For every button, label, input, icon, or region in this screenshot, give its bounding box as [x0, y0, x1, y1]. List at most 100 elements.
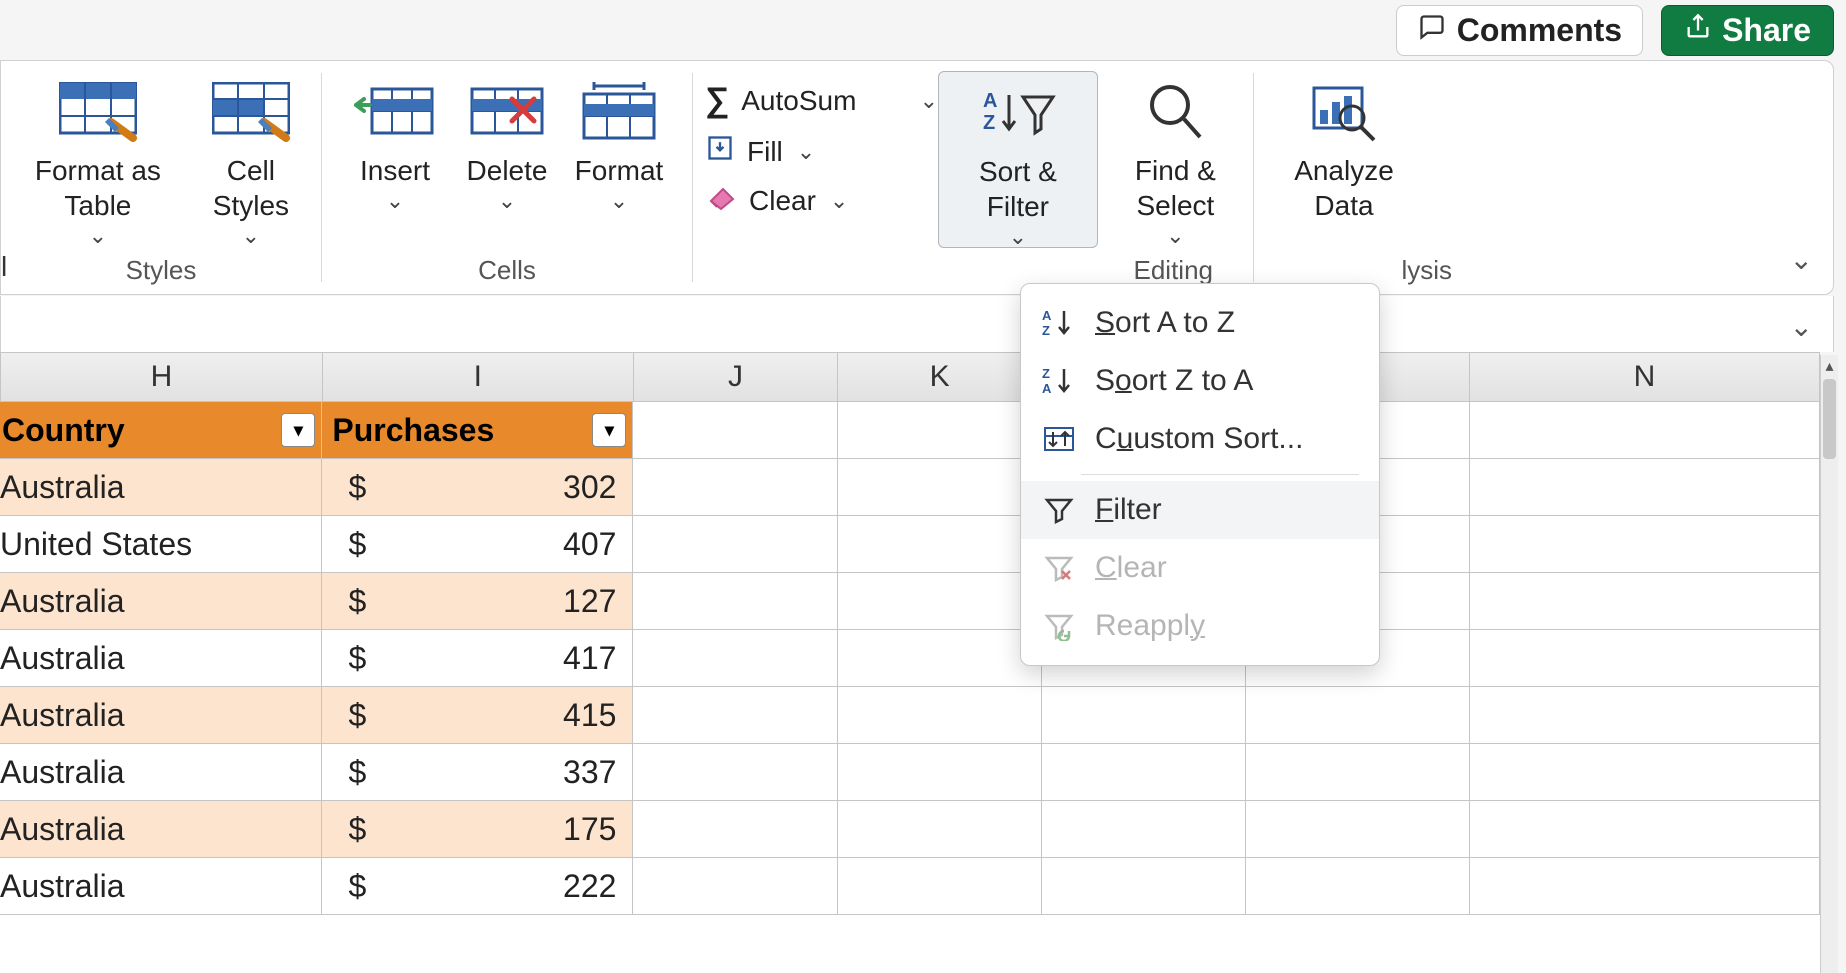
svg-text:Z: Z: [1042, 323, 1050, 338]
cell[interactable]: [838, 687, 1042, 744]
ribbon-collapse-button[interactable]: ⌄: [1790, 243, 1813, 276]
table-header-purchases[interactable]: Purchases▾: [322, 402, 633, 459]
table-row: Australia$127: [0, 573, 1820, 630]
autosum-button[interactable]: ∑ AutoSum ⌄: [705, 81, 938, 120]
cell-country[interactable]: Australia: [0, 744, 322, 801]
format-as-table-button[interactable]: Format as Table ⌄: [19, 71, 177, 242]
cell-country[interactable]: Australia: [0, 459, 322, 516]
cell[interactable]: [1042, 744, 1246, 801]
share-button[interactable]: Share: [1661, 5, 1834, 56]
column-header[interactable]: J: [634, 352, 838, 402]
cell-country[interactable]: Australia: [0, 573, 322, 630]
insert-cells-button[interactable]: Insert ⌄: [350, 71, 440, 207]
cell[interactable]: [633, 459, 837, 516]
cell-purchases[interactable]: $407: [322, 516, 633, 573]
formula-bar-expand-icon[interactable]: ⌄: [1790, 310, 1813, 343]
cell[interactable]: [1470, 573, 1820, 630]
ribbon-group-styles: Format as Table ⌄ Cell Styles ⌄ Styles: [1, 61, 321, 294]
cell-purchases[interactable]: $127: [322, 573, 633, 630]
column-header[interactable]: I: [323, 352, 634, 402]
cell[interactable]: [1042, 801, 1246, 858]
scroll-thumb[interactable]: [1823, 379, 1836, 459]
column-headers[interactable]: HIJKLMN: [0, 352, 1820, 402]
analyze-data-label: Analyze Data: [1272, 153, 1416, 223]
column-header[interactable]: H: [0, 352, 323, 402]
cell[interactable]: [838, 744, 1042, 801]
find-select-label: Find & Select: [1098, 153, 1253, 223]
ribbon-group-cells: Insert ⌄ Delete ⌄ Format ⌄: [322, 61, 692, 294]
analyze-data-icon: [1308, 77, 1380, 147]
cell[interactable]: [1470, 744, 1820, 801]
cell[interactable]: [1042, 858, 1246, 915]
column-header[interactable]: K: [838, 352, 1042, 402]
formula-bar[interactable]: ⌄: [0, 296, 1834, 352]
find-select-button[interactable]: Find & Select ⌄: [1098, 71, 1253, 242]
delete-cells-button[interactable]: Delete ⌄: [462, 71, 552, 207]
cell[interactable]: [633, 744, 837, 801]
cell[interactable]: [1246, 858, 1470, 915]
cell-country[interactable]: Australia: [0, 630, 322, 687]
cell-purchases[interactable]: $417: [322, 630, 633, 687]
menu-item-sort-za[interactable]: ZA Soort Z to A: [1021, 352, 1379, 410]
cell[interactable]: [633, 801, 837, 858]
cell[interactable]: [1470, 630, 1820, 687]
cell-country[interactable]: United States: [0, 516, 322, 573]
column-header[interactable]: N: [1470, 352, 1820, 402]
format-cells-label: Format: [575, 153, 664, 188]
cell-country[interactable]: Australia: [0, 858, 322, 915]
cell[interactable]: [633, 687, 837, 744]
sort-filter-button[interactable]: AZ Sort & Filter ⌄: [938, 71, 1098, 248]
scroll-up-icon[interactable]: ▴: [1821, 355, 1838, 377]
cell-purchases[interactable]: $415: [322, 687, 633, 744]
cell[interactable]: [838, 573, 1042, 630]
cell[interactable]: [838, 801, 1042, 858]
cell[interactable]: [838, 516, 1042, 573]
fill-button[interactable]: Fill ⌄: [705, 134, 938, 169]
cell-purchases[interactable]: $175: [322, 801, 633, 858]
table-header-country[interactable]: Country▾: [0, 402, 322, 459]
comments-button[interactable]: Comments: [1396, 5, 1643, 56]
cell[interactable]: [633, 858, 837, 915]
cell[interactable]: [1470, 516, 1820, 573]
cell[interactable]: [633, 402, 837, 459]
cell[interactable]: [1246, 744, 1470, 801]
cell[interactable]: [1470, 459, 1820, 516]
menu-item-custom-sort[interactable]: Cuustom Sort...: [1021, 410, 1379, 468]
cell-purchases[interactable]: $222: [322, 858, 633, 915]
cell[interactable]: [1470, 402, 1820, 459]
table-row: Australia$415: [0, 687, 1820, 744]
filter-toggle[interactable]: ▾: [592, 413, 626, 447]
cell[interactable]: [1246, 801, 1470, 858]
analyze-data-button[interactable]: Analyze Data: [1272, 71, 1416, 223]
cell[interactable]: [633, 573, 837, 630]
cell[interactable]: [838, 459, 1042, 516]
cell[interactable]: [838, 402, 1042, 459]
cell-country[interactable]: Australia: [0, 687, 322, 744]
filter-toggle[interactable]: ▾: [281, 413, 315, 447]
cell[interactable]: [1470, 801, 1820, 858]
clear-button[interactable]: Clear ⌄: [705, 183, 938, 218]
cell-purchases[interactable]: $302: [322, 459, 633, 516]
cell[interactable]: [1246, 687, 1470, 744]
cell-styles-label: Cell Styles: [199, 153, 303, 223]
cell[interactable]: [1470, 858, 1820, 915]
format-as-table-icon: [59, 77, 137, 147]
cell[interactable]: [1042, 687, 1246, 744]
menu-item-sort-az[interactable]: AZ Sort A to Z: [1021, 294, 1379, 352]
cell[interactable]: [838, 858, 1042, 915]
cell[interactable]: [838, 630, 1042, 687]
cell[interactable]: [633, 630, 837, 687]
cell[interactable]: [633, 516, 837, 573]
filter-icon: [1041, 495, 1077, 525]
autosum-label: AutoSum: [741, 85, 856, 117]
cell-styles-button[interactable]: Cell Styles ⌄: [199, 71, 303, 242]
cell-country[interactable]: Australia: [0, 801, 322, 858]
format-cells-button[interactable]: Format ⌄: [574, 71, 664, 207]
cell-purchases[interactable]: $337: [322, 744, 633, 801]
menu-item-filter[interactable]: Filter: [1021, 481, 1379, 539]
vertical-scrollbar[interactable]: ▴: [1820, 355, 1838, 973]
cell[interactable]: [1470, 687, 1820, 744]
spreadsheet-grid[interactable]: HIJKLMN Country▾Purchases▾Australia$302U…: [0, 352, 1820, 973]
chevron-down-icon: ⌄: [386, 194, 404, 207]
chevron-down-icon: ⌄: [1166, 229, 1184, 242]
